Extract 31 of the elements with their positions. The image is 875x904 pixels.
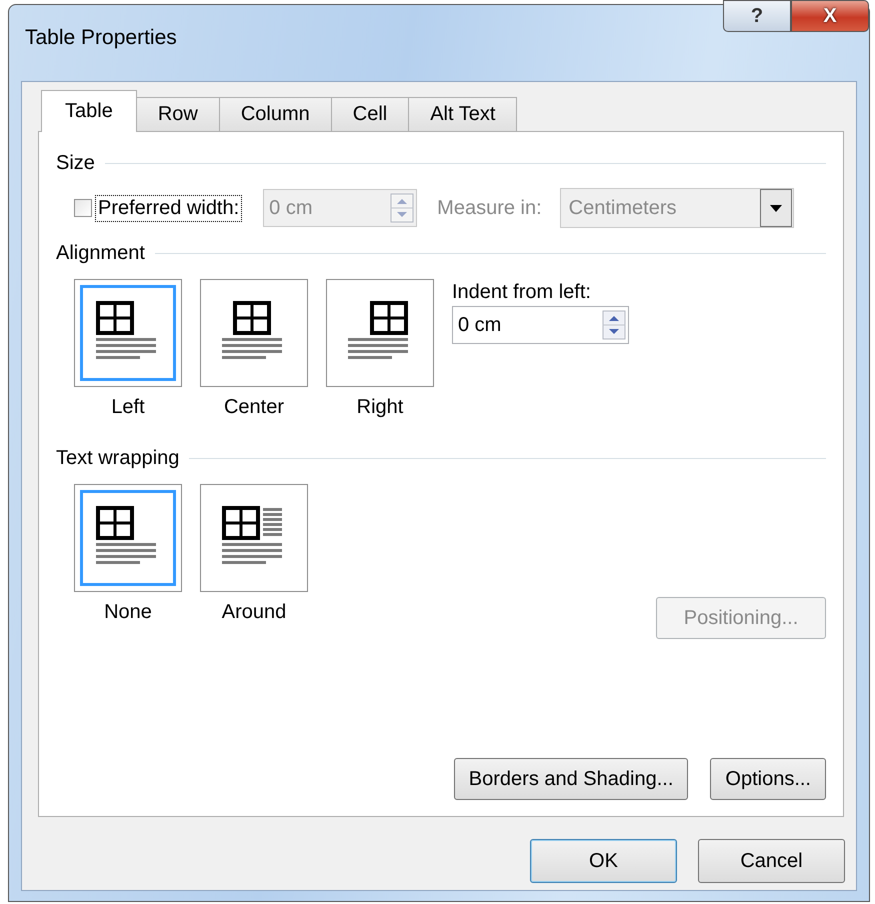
section-heading: Size <box>56 152 95 175</box>
wrapping-option[interactable] <box>74 484 182 592</box>
indent-label: Indent from left: <box>452 281 592 304</box>
option-label: Left <box>111 396 145 419</box>
tab[interactable]: Cell <box>330 97 410 131</box>
option-label: Around <box>222 601 286 624</box>
checkbox[interactable] <box>74 199 92 217</box>
dialog-button[interactable]: Borders and Shading... <box>454 758 688 800</box>
section-heading: Alignment <box>56 242 145 265</box>
tab[interactable]: Table <box>41 90 137 132</box>
tab[interactable]: Row <box>136 97 220 131</box>
option-label: Right <box>356 396 404 419</box>
dialog-button[interactable]: Cancel <box>698 839 845 883</box>
measure-in-label: Measure in: <box>437 196 542 220</box>
checkbox-label: Preferred width: <box>96 196 242 220</box>
option-label: None <box>104 601 152 624</box>
alignment-option[interactable] <box>74 279 182 387</box>
tab[interactable]: Column <box>218 97 332 131</box>
section-heading: Text wrapping <box>56 447 180 470</box>
window-title: Table Properties <box>25 26 177 50</box>
dialog-button[interactable]: OK <box>530 839 677 883</box>
alignment-option[interactable] <box>326 279 434 387</box>
help-button[interactable]: ? <box>723 0 791 32</box>
alignment-option[interactable] <box>200 279 308 387</box>
wrapping-option[interactable] <box>200 484 308 592</box>
tab[interactable]: Alt Text <box>408 97 518 131</box>
indent-field[interactable]: 0 cm <box>452 306 629 344</box>
close-button[interactable]: X <box>791 0 869 32</box>
option-label: Center <box>224 396 284 419</box>
spinner-arrows-icon[interactable] <box>602 310 626 340</box>
dialog-button[interactable]: Options... <box>710 758 826 800</box>
